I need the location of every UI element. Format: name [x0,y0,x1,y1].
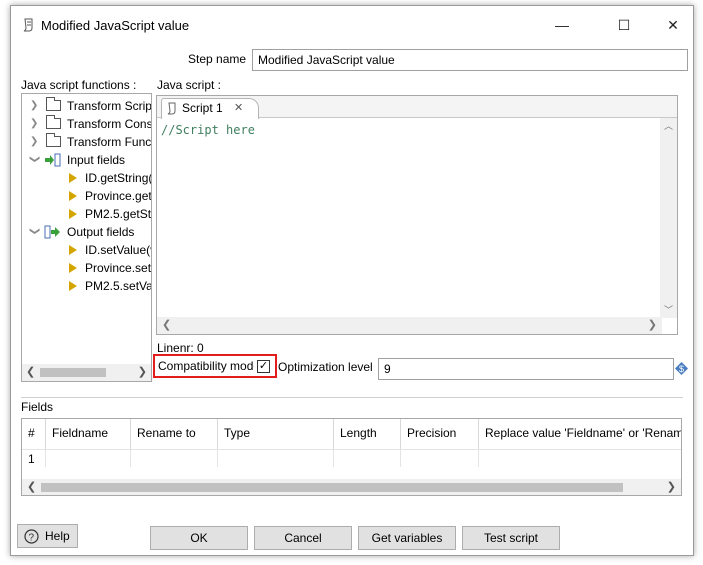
maximize-button[interactable]: ☐ [613,14,635,36]
field-arrow-icon [69,209,77,219]
editor-hscrollbar[interactable]: ❮ ❯ [157,317,662,334]
compatibility-mode-highlight: Compatibility mode ✓ [153,354,277,378]
column-header[interactable]: Precision [401,419,479,449]
chevron-right-icon[interactable]: ❯ [30,115,40,133]
title-bar: Modified JavaScript value — ☐ ✕ [11,6,693,44]
fields-label: Fields [21,400,54,414]
script-icon [167,102,176,115]
chevron-right-icon[interactable]: ❯ [30,97,40,115]
field-arrow-icon [69,191,77,201]
tree-item-field[interactable]: Province.getString() [22,187,151,205]
scroll-thumb[interactable] [41,483,623,492]
field-arrow-icon [69,173,77,183]
svg-text:?: ? [29,533,35,544]
tree-item-transform-functions[interactable]: ❯ Transform Functions [22,133,151,151]
tree-item-field[interactable]: Province.setValue(var) [22,259,151,277]
scroll-right-icon[interactable]: ❯ [648,318,657,331]
ok-button[interactable]: OK [150,526,248,550]
chevron-right-icon[interactable]: ❯ [30,133,40,151]
scroll-left-icon[interactable]: ❮ [26,365,35,378]
script-editor: Script 1 ✕ //Script here ︿ ﹀ ❮ ❯ [156,95,678,335]
folder-icon [46,133,61,147]
functions-hscrollbar[interactable]: ❮ ❯ [22,364,151,381]
tree-item-field[interactable]: ID.setValue(var) [22,241,151,259]
help-button[interactable]: ? Help [17,524,78,548]
scroll-thumb[interactable] [40,368,106,377]
tab-script-1[interactable]: Script 1 ✕ [161,98,259,119]
table-cell[interactable] [46,449,131,467]
window-title: Modified JavaScript value [41,18,190,33]
tree-item-input-fields[interactable]: ❯ Input fields [22,151,151,169]
tree-item-field[interactable]: ID.getString() [22,169,151,187]
fields-table: # Fieldname Rename to Type Length Precis… [21,418,682,496]
minimize-button[interactable]: — [551,14,573,36]
scroll-left-icon[interactable]: ❮ [27,480,36,493]
tree-item-field[interactable]: PM2.5.getString() [22,205,151,223]
step-name-label: Step name [188,52,247,66]
field-arrow-icon [69,263,77,273]
variable-icon[interactable]: $ [675,362,688,375]
folder-icon [46,97,61,111]
table-cell[interactable] [334,449,401,467]
column-header[interactable]: Type [218,419,334,449]
table-cell[interactable] [479,449,681,467]
table-cell[interactable] [131,449,218,467]
help-icon: ? [24,529,39,544]
table-cell[interactable] [401,449,479,467]
column-header[interactable]: # [22,419,46,449]
tree-item-output-fields[interactable]: ❯ Output fields [22,223,151,241]
functions-label: Java script functions : [21,78,137,92]
column-header[interactable]: Length [334,419,401,449]
row-number: 1 [22,449,46,467]
tree-item-field[interactable]: PM2.5.setValue(var) [22,277,151,295]
column-header[interactable]: Fieldname [46,419,131,449]
scroll-right-icon[interactable]: ❯ [138,365,147,378]
optimization-level-input[interactable]: 9 [378,358,674,380]
chevron-down-icon[interactable]: ❯ [25,227,43,237]
field-arrow-icon [69,281,77,291]
cancel-button[interactable]: Cancel [254,526,352,550]
line-number-label: Linenr: 0 [157,341,204,355]
field-arrow-icon [69,245,77,255]
script-tabstrip: Script 1 ✕ [157,96,677,119]
functions-tree: ❯ Transform Scripts ❯ Transform Constant… [21,93,152,382]
column-header[interactable]: Rename to [131,419,218,449]
chevron-down-icon[interactable]: ❯ [25,155,43,165]
editor-vscrollbar[interactable]: ︿ ﹀ [660,118,677,318]
step-name-input[interactable]: Modified JavaScript value [252,49,688,71]
compatibility-mode-checkbox[interactable]: ✓ [257,360,270,373]
test-script-button[interactable]: Test script [462,526,560,550]
compatibility-mode-label: Compatibility mode [158,359,254,373]
tree-item-transform-constants[interactable]: ❯ Transform Constants [22,115,151,133]
svg-text:$: $ [679,364,684,374]
close-tab-icon[interactable]: ✕ [234,99,243,117]
table-cell[interactable] [218,449,334,467]
script-label: Java script : [157,78,222,92]
code-area[interactable]: //Script here [161,123,255,137]
optimization-level-label: Optimization level [278,360,373,374]
scroll-up-icon[interactable]: ︿ [664,119,673,132]
close-button[interactable]: ✕ [662,14,684,36]
script-app-icon [23,18,33,32]
dialog-window: Modified JavaScript value — ☐ ✕ Step nam… [10,5,694,556]
scroll-down-icon[interactable]: ﹀ [664,303,673,316]
tree-item-transform-scripts[interactable]: ❯ Transform Scripts [22,97,151,115]
output-fields-icon [44,225,60,239]
column-header[interactable]: Replace value 'Fieldname' or 'Rename to' [479,419,681,449]
scroll-right-icon[interactable]: ❯ [667,480,676,493]
input-fields-icon [45,153,61,167]
get-variables-button[interactable]: Get variables [358,526,456,550]
fields-hscrollbar[interactable]: ❮ ❯ [22,479,681,495]
folder-icon [46,115,61,129]
fields-group-separator [21,397,683,398]
scroll-left-icon[interactable]: ❮ [162,318,171,331]
